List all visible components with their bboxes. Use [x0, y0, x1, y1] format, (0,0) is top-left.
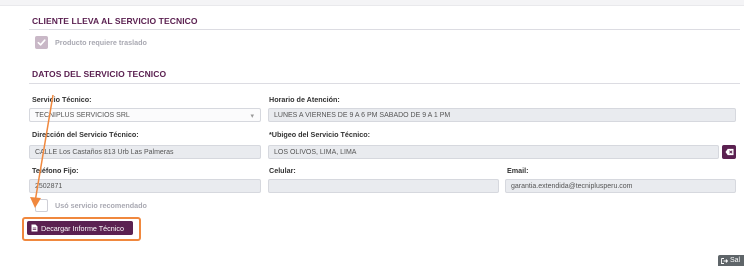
transport-checkbox-label: Producto requiere traslado [55, 38, 147, 47]
recommended-checkbox-row[interactable]: Usó servicio recomendado [35, 199, 147, 212]
email-field-value: garantia.extendida@tecniplusperu.com [511, 182, 633, 190]
phone-label: Teléfono Fijo: [32, 166, 79, 175]
service-select-value: TECNIPLUS SERVICIOS SRL [35, 111, 130, 119]
schedule-label: Horario de Atención: [269, 95, 340, 104]
cell-label: Celular: [269, 166, 296, 175]
transport-checkbox-row[interactable]: Producto requiere traslado [35, 36, 147, 49]
ubigeo-field[interactable]: LOS OLIVOS, LIMA, LIMA [268, 145, 719, 159]
recommended-checkbox[interactable] [35, 199, 48, 212]
section-title-service: DATOS DEL SERVICIO TECNICO [32, 69, 167, 79]
divider [29, 29, 740, 30]
transport-checkbox[interactable] [35, 36, 48, 49]
address-field-value: CALLE Los Castaños 813 Urb Las Palmeras [35, 148, 174, 156]
erase-ubigeo-button[interactable] [722, 145, 736, 159]
ubigeo-label: *Ubigeo del Servicio Técnico: [269, 130, 371, 139]
address-label: Dirección del Servicio Técnico: [32, 130, 139, 139]
section-title-transport: CLIENTE LLEVA AL SERVICIO TECNICO [32, 16, 198, 26]
phone-field[interactable]: 2502871 [29, 179, 261, 193]
document-icon [31, 224, 38, 232]
sign-out-icon [721, 257, 728, 264]
download-report-button[interactable]: Decargar Informe Técnico [27, 221, 133, 235]
exit-button[interactable]: Sal [718, 255, 744, 266]
chevron-down-icon: ▾ [250, 113, 254, 120]
exit-button-label: Sal [730, 257, 741, 264]
schedule-field-value: LUNES A VIERNES DE 9 A 6 PM SABADO DE 9 … [274, 111, 451, 119]
eraser-icon [725, 148, 733, 156]
schedule-field[interactable]: LUNES A VIERNES DE 9 A 6 PM SABADO DE 9 … [268, 108, 736, 122]
service-label: Servicio Técnico: [32, 95, 92, 104]
check-icon [37, 39, 46, 46]
divider [29, 83, 740, 84]
email-field[interactable]: garantia.extendida@tecniplusperu.com [505, 179, 736, 193]
cell-field[interactable] [268, 179, 499, 193]
ubigeo-field-value: LOS OLIVOS, LIMA, LIMA [274, 148, 357, 156]
service-select[interactable]: TECNIPLUS SERVICIOS SRL ▾ [29, 108, 261, 122]
recommended-checkbox-label: Usó servicio recomendado [55, 201, 147, 210]
download-report-label: Decargar Informe Técnico [41, 223, 124, 233]
top-border [0, 0, 744, 6]
email-label: Email: [507, 166, 529, 175]
phone-field-value: 2502871 [35, 182, 63, 190]
address-field[interactable]: CALLE Los Castaños 813 Urb Las Palmeras [29, 145, 261, 159]
